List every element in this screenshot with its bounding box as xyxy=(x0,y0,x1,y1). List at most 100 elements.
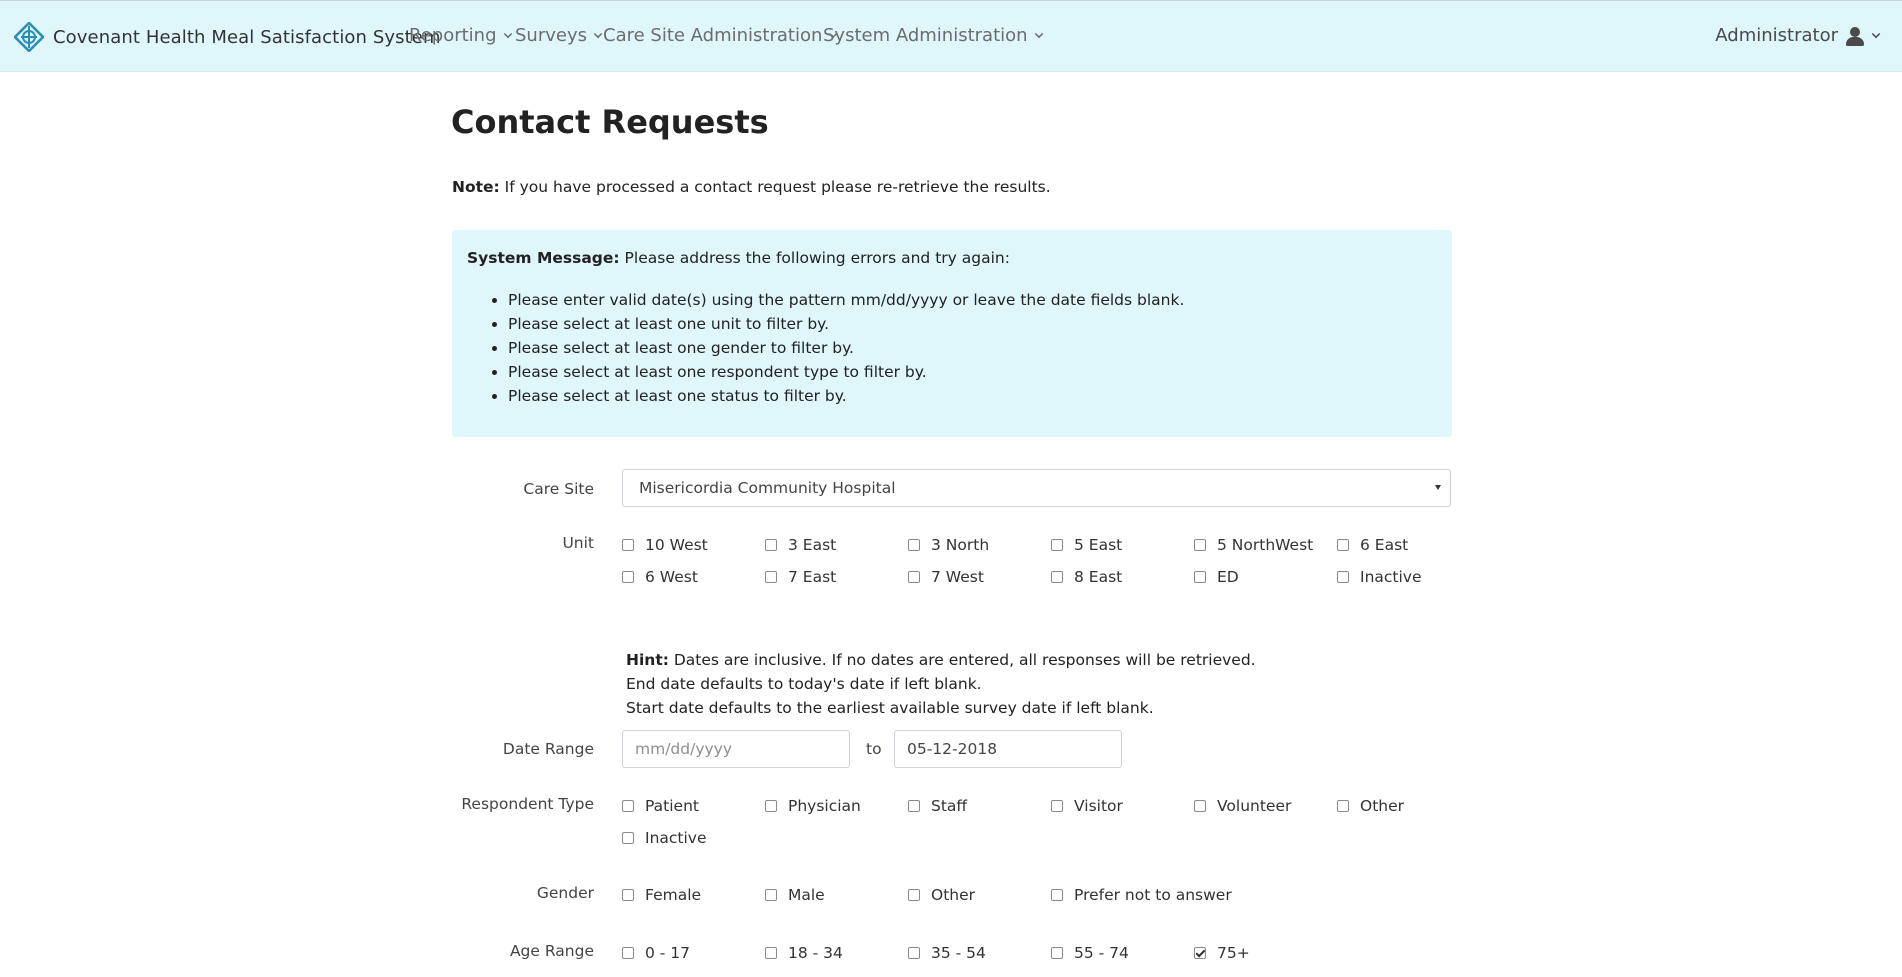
respondent-type-checkbox-label: Staff xyxy=(931,797,968,815)
age-range-checkbox-label: 35 - 54 xyxy=(931,944,986,962)
checkbox-icon[interactable] xyxy=(765,539,777,551)
unit-checkbox-3-east[interactable]: 3 East xyxy=(765,536,836,554)
age-range-checkbox-label: 0 - 17 xyxy=(645,944,691,962)
gender-checkbox-prefer-not-to-answer[interactable]: Prefer not to answer xyxy=(1051,886,1232,904)
end-date-input[interactable]: 05-12-2018 xyxy=(894,730,1122,768)
checkbox-icon[interactable] xyxy=(908,539,920,551)
unit-checkbox-6-west[interactable]: 6 West xyxy=(622,568,698,586)
respondent-type-label: Respondent Type xyxy=(461,795,594,813)
checkbox-icon[interactable] xyxy=(622,571,634,583)
nav-care-site-administration[interactable]: Care Site Administration xyxy=(603,25,838,46)
gender-checkbox-label: Female xyxy=(645,886,702,904)
age-range-label: Age Range xyxy=(509,942,594,960)
checkbox-icon[interactable] xyxy=(765,571,777,583)
unit-checkbox-inactive[interactable]: Inactive xyxy=(1337,568,1422,586)
age-range-checkbox-0-17[interactable]: 0 - 17 xyxy=(622,944,690,962)
checkbox-icon[interactable] xyxy=(765,889,777,901)
gender-checkbox-female[interactable]: Female xyxy=(622,886,701,904)
checkbox-icon[interactable] xyxy=(1051,800,1063,812)
checkbox-icon[interactable] xyxy=(622,800,634,812)
unit-checkbox-10-west[interactable]: 10 West xyxy=(622,536,708,554)
respondent-type-checkbox-volunteer[interactable]: Volunteer xyxy=(1194,797,1291,815)
unit-checkbox-ed[interactable]: ED xyxy=(1194,568,1239,586)
nav-reporting[interactable]: Reporting xyxy=(409,25,512,46)
gender-checkbox-male[interactable]: Male xyxy=(765,886,825,904)
checkbox-icon[interactable] xyxy=(1194,947,1206,959)
error-item: Please select at least one unit to filte… xyxy=(508,312,1184,336)
unit-checkbox-8-east[interactable]: 8 East xyxy=(1051,568,1122,586)
hint-line-3: Start date defaults to the earliest avai… xyxy=(626,699,1154,717)
error-item: Please select at least one respondent ty… xyxy=(508,360,1184,384)
unit-checkbox-label: 3 North xyxy=(931,536,990,554)
checkbox-icon[interactable] xyxy=(622,539,634,551)
respondent-type-checkbox-physician[interactable]: Physician xyxy=(765,797,861,815)
error-item: Please select at least one status to fil… xyxy=(508,384,1184,408)
dropdown-arrow-icon xyxy=(1435,485,1441,490)
chevron-down-icon xyxy=(1871,29,1881,38)
unit-checkbox-3-north[interactable]: 3 North xyxy=(908,536,989,554)
age-range-checkbox-label: 18 - 34 xyxy=(788,944,843,962)
gender-checkbox-other[interactable]: Other xyxy=(908,886,975,904)
system-message-alert: System Message: Please address the follo… xyxy=(452,230,1452,437)
hint-line-2: End date defaults to today's date if lef… xyxy=(626,675,982,693)
hint-line-1: Dates are inclusive. If no dates are ent… xyxy=(668,651,1256,669)
unit-checkbox-label: 7 East xyxy=(788,568,837,586)
checkbox-icon[interactable] xyxy=(1051,571,1063,583)
chevron-down-icon xyxy=(593,29,603,38)
checkbox-icon[interactable] xyxy=(908,800,920,812)
checkbox-icon[interactable] xyxy=(1337,539,1349,551)
respondent-type-checkbox-label: Other xyxy=(1360,797,1405,815)
unit-checkbox-6-east[interactable]: 6 East xyxy=(1337,536,1408,554)
age-range-checkbox-75[interactable]: 75+ xyxy=(1194,944,1250,962)
checkbox-icon[interactable] xyxy=(1051,947,1063,959)
checkbox-icon[interactable] xyxy=(1194,800,1206,812)
checkbox-icon[interactable] xyxy=(622,832,634,844)
checkbox-icon[interactable] xyxy=(1051,539,1063,551)
care-site-select[interactable]: Misericordia Community Hospital xyxy=(622,469,1451,507)
respondent-type-checkbox-label: Patient xyxy=(645,797,699,815)
unit-checkbox-7-west[interactable]: 7 West xyxy=(908,568,984,586)
unit-checkbox-label: 6 East xyxy=(1360,536,1409,554)
nav-surveys[interactable]: Surveys xyxy=(515,25,603,46)
checkbox-icon[interactable] xyxy=(622,889,634,901)
checkbox-icon[interactable] xyxy=(908,947,920,959)
gender-checkbox-label: Other xyxy=(931,886,976,904)
respondent-type-checkbox-patient[interactable]: Patient xyxy=(622,797,699,815)
respondent-type-checkbox-visitor[interactable]: Visitor xyxy=(1051,797,1123,815)
unit-checkbox-label: Inactive xyxy=(1360,568,1422,586)
brand-title: Covenant Health Meal Satisfaction System xyxy=(53,26,441,48)
unit-checkbox-7-east[interactable]: 7 East xyxy=(765,568,836,586)
unit-checkbox-label: ED xyxy=(1217,568,1239,586)
checkbox-icon[interactable] xyxy=(622,947,634,959)
age-range-checkbox-35-54[interactable]: 35 - 54 xyxy=(908,944,986,962)
checkbox-icon[interactable] xyxy=(1337,571,1349,583)
gender-checkbox-label: Male xyxy=(788,886,825,904)
respondent-type-checkbox-inactive[interactable]: Inactive xyxy=(622,829,707,847)
checkbox-icon[interactable] xyxy=(1194,571,1206,583)
age-range-checkbox-55-74[interactable]: 55 - 74 xyxy=(1051,944,1129,962)
checkbox-icon[interactable] xyxy=(1337,800,1349,812)
checkbox-icon[interactable] xyxy=(765,800,777,812)
start-date-input[interactable]: mm/dd/yyyy xyxy=(622,730,850,768)
unit-checkbox-label: 6 West xyxy=(645,568,698,586)
respondent-type-checkbox-staff[interactable]: Staff xyxy=(908,797,967,815)
checkbox-icon[interactable] xyxy=(765,947,777,959)
checkbox-icon[interactable] xyxy=(1194,539,1206,551)
covenant-logo-icon xyxy=(14,22,44,52)
checkbox-icon[interactable] xyxy=(908,889,920,901)
respondent-type-checkbox-other[interactable]: Other xyxy=(1337,797,1404,815)
brand[interactable]: Covenant Health Meal Satisfaction System xyxy=(14,19,441,55)
note-text: If you have processed a contact request … xyxy=(499,178,1051,196)
unit-label: Unit xyxy=(562,534,594,552)
unit-checkbox-label: 8 East xyxy=(1074,568,1123,586)
unit-checkbox-5-northwest[interactable]: 5 NorthWest xyxy=(1194,536,1313,554)
checkbox-icon[interactable] xyxy=(1051,889,1063,901)
unit-checkbox-5-east[interactable]: 5 East xyxy=(1051,536,1122,554)
user-name: Administrator xyxy=(1715,25,1838,46)
user-menu[interactable]: Administrator xyxy=(1715,25,1881,46)
age-range-checkbox-label: 75+ xyxy=(1217,944,1250,962)
age-range-checkbox-18-34[interactable]: 18 - 34 xyxy=(765,944,843,962)
nav-system-administration[interactable]: System Administration xyxy=(823,25,1043,46)
hint-label: Hint: xyxy=(626,651,669,669)
checkbox-icon[interactable] xyxy=(908,571,920,583)
